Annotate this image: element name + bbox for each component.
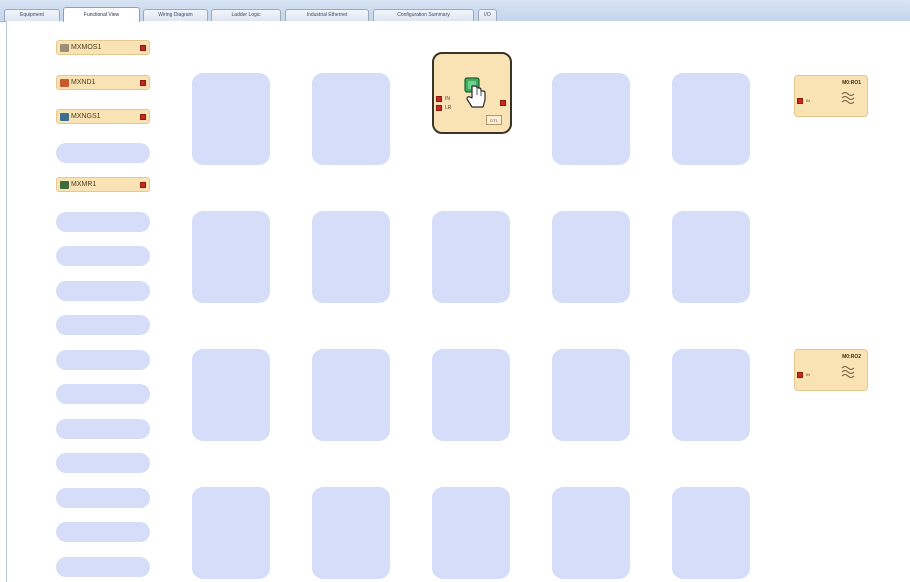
empty-input-slot[interactable] bbox=[56, 315, 150, 335]
empty-input-slot[interactable] bbox=[56, 350, 150, 370]
input-port-label: LR bbox=[445, 105, 452, 111]
input-port-in[interactable] bbox=[436, 96, 442, 102]
tab-functional-view[interactable]: Functional View bbox=[63, 7, 140, 22]
empty-input-slot[interactable] bbox=[56, 488, 150, 508]
empty-logic-slot[interactable] bbox=[552, 73, 630, 165]
empty-logic-slot[interactable] bbox=[432, 349, 510, 441]
empty-logic-slot[interactable] bbox=[192, 73, 270, 165]
input-port-label: IN bbox=[806, 98, 810, 103]
estop-device-icon bbox=[60, 79, 69, 87]
input-device-mxnd1[interactable]: MXND1 bbox=[56, 75, 150, 90]
relay-coil-icon bbox=[841, 366, 855, 378]
tab-configuration-summary[interactable]: Configuration Summary bbox=[373, 9, 474, 21]
empty-logic-slot[interactable] bbox=[672, 211, 750, 303]
output-device-m0-ro1[interactable]: M0:RO1 IN bbox=[794, 75, 868, 117]
tab-wiring-diagram[interactable]: Wiring Diagram bbox=[143, 9, 208, 21]
empty-input-slot[interactable] bbox=[56, 212, 150, 232]
output-device-title: M0:RO2 bbox=[842, 354, 861, 360]
empty-input-slot[interactable] bbox=[56, 246, 150, 266]
empty-input-slot[interactable] bbox=[56, 281, 150, 301]
empty-input-slot[interactable] bbox=[56, 384, 150, 404]
light-curtain-icon bbox=[60, 113, 69, 121]
input-port[interactable] bbox=[797, 372, 803, 378]
empty-logic-slot[interactable] bbox=[552, 349, 630, 441]
output-port[interactable] bbox=[140, 45, 146, 51]
input-port-label: IN bbox=[806, 372, 810, 377]
output-port[interactable] bbox=[140, 80, 146, 86]
input-port-label: IN bbox=[445, 96, 450, 102]
sensor-bracket-icon bbox=[60, 44, 69, 52]
output-device-title: M0:RO1 bbox=[842, 80, 861, 86]
empty-input-slot[interactable] bbox=[56, 419, 150, 439]
input-port-lr[interactable] bbox=[436, 105, 442, 111]
empty-logic-slot[interactable] bbox=[312, 349, 390, 441]
empty-logic-slot[interactable] bbox=[192, 349, 270, 441]
input-device-mxmos1[interactable]: MXMOS1 bbox=[56, 40, 150, 55]
tab-strip: Equipment Functional View Wiring Diagram… bbox=[0, 0, 910, 22]
output-port[interactable] bbox=[140, 182, 146, 188]
logic-block[interactable]: IN LR DT1 bbox=[432, 52, 512, 134]
empty-input-slot[interactable] bbox=[56, 143, 150, 163]
relay-coil-icon bbox=[841, 92, 855, 104]
tab-io[interactable]: I/O bbox=[478, 9, 497, 21]
safety-mat-icon bbox=[60, 181, 69, 189]
input-device-mxngs1[interactable]: MXNGS1 bbox=[56, 109, 150, 124]
hand-on-button-icon bbox=[464, 77, 486, 108]
empty-logic-slot[interactable] bbox=[192, 211, 270, 303]
input-device-label: MXND1 bbox=[71, 79, 96, 86]
empty-logic-slot[interactable] bbox=[312, 73, 390, 165]
empty-logic-slot[interactable] bbox=[432, 487, 510, 579]
input-port[interactable] bbox=[797, 98, 803, 104]
output-device-m0-ro2[interactable]: M0:RO2 IN bbox=[794, 349, 868, 391]
empty-logic-slot[interactable] bbox=[672, 73, 750, 165]
input-device-label: MXMOS1 bbox=[71, 44, 102, 51]
empty-input-slot[interactable] bbox=[56, 557, 150, 577]
tab-ladder-logic[interactable]: Ladder Logic bbox=[211, 9, 281, 21]
empty-logic-slot[interactable] bbox=[552, 211, 630, 303]
empty-logic-slot[interactable] bbox=[432, 211, 510, 303]
empty-input-slot[interactable] bbox=[56, 522, 150, 542]
tab-industrial-ethernet[interactable]: Industrial Ethernet bbox=[285, 9, 369, 21]
input-device-label: MXMR1 bbox=[71, 181, 97, 188]
input-device-label: MXNGS1 bbox=[71, 113, 101, 120]
output-port[interactable] bbox=[500, 100, 506, 106]
empty-logic-slot[interactable] bbox=[312, 211, 390, 303]
empty-logic-slot[interactable] bbox=[312, 487, 390, 579]
input-device-mxmr1[interactable]: MXMR1 bbox=[56, 177, 150, 192]
output-port[interactable] bbox=[140, 114, 146, 120]
tab-equipment[interactable]: Equipment bbox=[4, 9, 60, 21]
empty-logic-slot[interactable] bbox=[192, 487, 270, 579]
logic-block-tag: DT1 bbox=[486, 115, 502, 125]
empty-logic-slot[interactable] bbox=[672, 349, 750, 441]
empty-input-slot[interactable] bbox=[56, 453, 150, 473]
empty-logic-slot[interactable] bbox=[672, 487, 750, 579]
empty-logic-slot[interactable] bbox=[552, 487, 630, 579]
